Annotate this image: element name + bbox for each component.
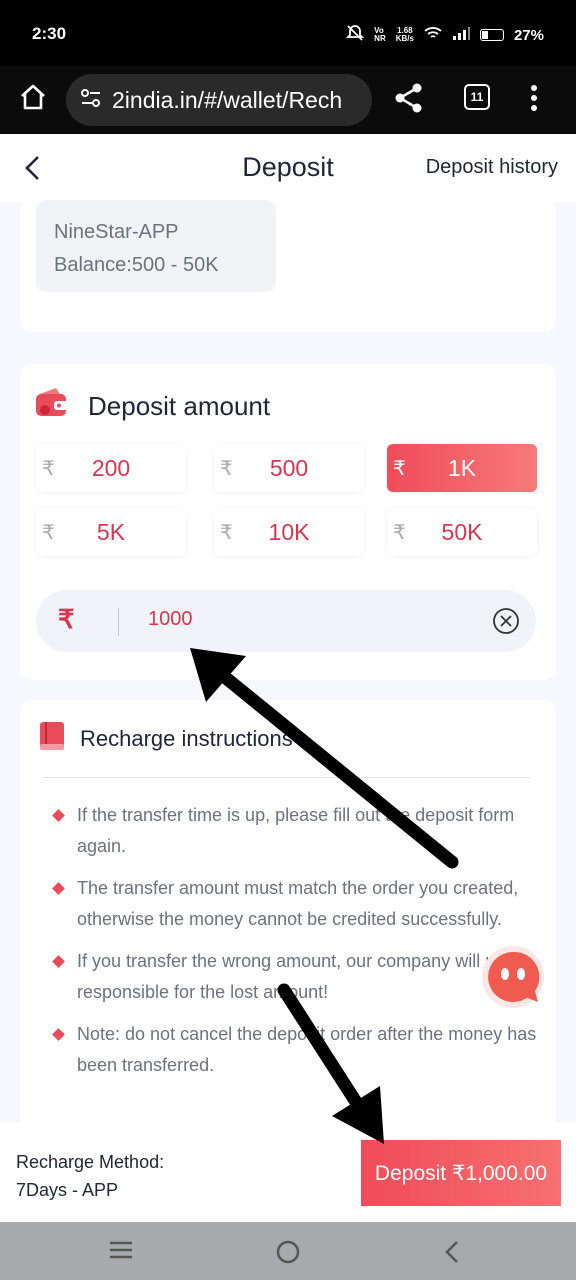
channel-balance: Balance:500 - 50K bbox=[54, 254, 219, 276]
rupee-icon: ₹ bbox=[58, 604, 75, 634]
amount-option-50K[interactable]: ₹50K bbox=[387, 508, 537, 556]
deposit-history-link[interactable]: Deposit history bbox=[426, 156, 558, 179]
home-icon[interactable] bbox=[18, 82, 50, 114]
wallet-icon bbox=[34, 386, 70, 427]
volte-icon: Vo NR bbox=[374, 26, 386, 43]
recharge-instructions-card: Recharge instructions If the transfer ti… bbox=[20, 700, 556, 1130]
rupee-icon: ₹ bbox=[393, 521, 406, 544]
signal-icon bbox=[452, 26, 470, 44]
rupee-icon: ₹ bbox=[220, 457, 233, 480]
amount-option-label: 500 bbox=[269, 454, 309, 481]
instructions-list: If the transfer time is up, please fill … bbox=[50, 800, 542, 1092]
instructions-header: Recharge instructions bbox=[38, 720, 293, 758]
input-divider bbox=[118, 608, 119, 636]
rupee-icon: ₹ bbox=[42, 521, 55, 544]
site-settings-icon[interactable] bbox=[80, 87, 102, 114]
recharge-method-label: Recharge Method: bbox=[16, 1152, 165, 1172]
deposit-button[interactable]: Deposit ₹1,000.00 bbox=[361, 1140, 561, 1206]
status-bar: 2:30 Vo NR 1.68 KB/s 27% bbox=[0, 0, 576, 66]
browser-toolbar: 2india.in/#/wallet/Rech 11 bbox=[0, 66, 576, 134]
back-nav-icon[interactable] bbox=[442, 1239, 462, 1270]
deposit-amount-header: Deposit amount bbox=[34, 386, 270, 427]
instruction-text: If you transfer the wrong amount, our co… bbox=[77, 951, 536, 1002]
battery-icon bbox=[479, 29, 504, 41]
recharge-method: Recharge Method: 7Days - APP bbox=[16, 1148, 164, 1204]
tab-switcher-button[interactable]: 11 bbox=[464, 84, 490, 110]
instruction-text: The transfer amount must match the order… bbox=[77, 878, 519, 929]
rupee-icon: ₹ bbox=[42, 457, 55, 480]
amount-input-value[interactable]: 1000 bbox=[148, 608, 193, 631]
instructions-title: Recharge instructions bbox=[80, 726, 293, 751]
amount-option-1K[interactable]: ₹1K bbox=[387, 444, 537, 492]
clear-input-icon[interactable] bbox=[492, 607, 520, 640]
deposit-footer: Recharge Method: 7Days - APP Deposit ₹1,… bbox=[0, 1122, 576, 1222]
divider bbox=[42, 777, 530, 778]
system-navigation-bar bbox=[0, 1222, 576, 1280]
instruction-item: Note: do not cancel the deposit order af… bbox=[50, 1019, 542, 1081]
amount-option-5K[interactable]: ₹5K bbox=[36, 508, 186, 556]
channel-name: NineStar-APP bbox=[54, 221, 179, 243]
payment-channel-option[interactable]: NineStar-APP Balance:500 - 50K bbox=[36, 200, 276, 292]
amount-option-label: 5K bbox=[96, 518, 126, 545]
url-text: 2india.in/#/wallet/Rech bbox=[112, 86, 343, 113]
deposit-amount-card: Deposit amount ₹200 ₹500 ₹1K ₹5K ₹10K ₹50K ₹ … bbox=[20, 364, 556, 680]
bullet-icon bbox=[52, 1028, 65, 1041]
amount-input-field[interactable]: ₹ 1000 bbox=[36, 590, 536, 652]
rupee-icon: ₹ bbox=[220, 521, 233, 544]
wifi-icon bbox=[424, 26, 442, 44]
instruction-item: If the transfer time is up, please fill … bbox=[50, 800, 542, 862]
share-icon[interactable] bbox=[394, 82, 424, 119]
bullet-icon bbox=[52, 882, 65, 895]
amount-option-200[interactable]: ₹200 bbox=[36, 444, 186, 492]
home-nav-icon[interactable] bbox=[275, 1239, 301, 1270]
instruction-text: If the transfer time is up, please fill … bbox=[77, 805, 515, 856]
deposit-amount-title: Deposit amount bbox=[88, 391, 271, 421]
recharge-method-value: 7Days - APP bbox=[16, 1180, 119, 1200]
page-header: Deposit Deposit history bbox=[0, 134, 576, 202]
status-time: 2:30 bbox=[32, 24, 67, 43]
amount-option-label: 200 bbox=[91, 454, 131, 481]
instruction-text: Note: do not cancel the deposit order af… bbox=[77, 1024, 537, 1075]
rupee-icon: ₹ bbox=[393, 457, 406, 480]
amount-option-500[interactable]: ₹500 bbox=[214, 444, 364, 492]
address-bar[interactable]: 2india.in/#/wallet/Rech bbox=[66, 74, 372, 126]
net-speed: 1.68 KB/s bbox=[395, 26, 414, 43]
payment-channel-card: NineStar-APP Balance:500 - 50K bbox=[20, 196, 556, 332]
amount-option-label: 50K bbox=[441, 518, 483, 545]
more-menu-icon[interactable] bbox=[530, 84, 538, 117]
instruction-item: The transfer amount must match the order… bbox=[50, 873, 542, 935]
bullet-icon bbox=[52, 955, 65, 968]
instruction-item: If you transfer the wrong amount, our co… bbox=[50, 946, 542, 1008]
recent-apps-icon[interactable] bbox=[108, 1239, 134, 1266]
customer-service-button[interactable] bbox=[480, 944, 546, 1010]
book-icon bbox=[38, 720, 66, 758]
amount-option-label: 1K bbox=[447, 454, 477, 481]
mute-icon bbox=[345, 24, 365, 46]
amount-option-label: 10K bbox=[268, 518, 310, 545]
status-icons: Vo NR 1.68 KB/s 27% bbox=[345, 24, 544, 46]
bullet-icon bbox=[52, 809, 65, 822]
amount-option-10K[interactable]: ₹10K bbox=[214, 508, 364, 556]
battery-percent: 27% bbox=[513, 26, 544, 44]
